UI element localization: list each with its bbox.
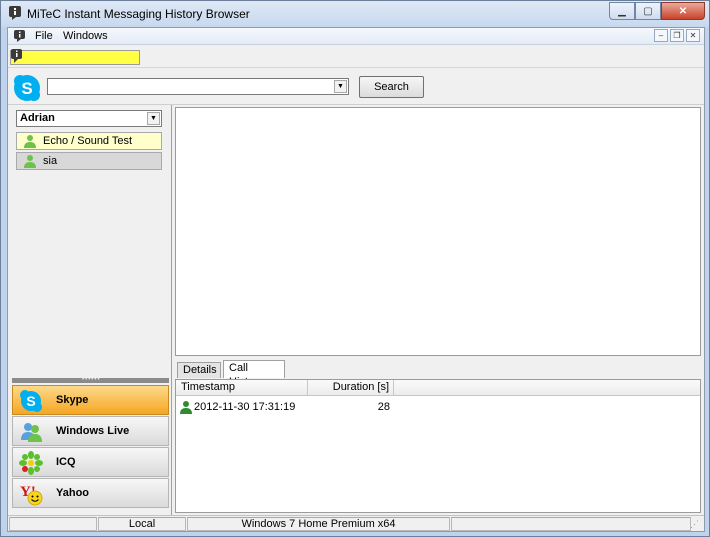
close-icon: ✕ xyxy=(678,5,688,17)
account-select[interactable]: Adrian ▼ xyxy=(16,110,162,127)
status-panel-source: Local xyxy=(98,517,186,531)
svg-text:S: S xyxy=(26,393,35,409)
search-combo[interactable]: ▼ xyxy=(47,78,349,95)
network-label: Yahoo xyxy=(56,487,90,499)
call-history-table[interactable]: Timestamp Duration [s] 2012-11-30 17:31:… xyxy=(175,379,701,513)
skype-logo-icon: S xyxy=(14,75,40,101)
status-panel-1 xyxy=(9,517,97,531)
network-yahoo-button[interactable]: Y! Yahoo xyxy=(12,478,169,508)
info-field[interactable] xyxy=(10,50,140,65)
tab-details[interactable]: Details xyxy=(177,362,221,378)
app-menu-icon[interactable] xyxy=(14,30,26,42)
skype-icon: S xyxy=(20,390,42,412)
network-label: Skype xyxy=(56,394,89,406)
contact-online-icon xyxy=(24,135,36,148)
table-row[interactable]: 2012-11-30 17:31:19 28 xyxy=(176,399,700,415)
mdi-close-button[interactable]: ✕ xyxy=(686,29,700,42)
contacts-panel: Adrian ▼ Echo / Sound Test Service sia •… xyxy=(9,105,172,515)
search-button[interactable]: Search xyxy=(359,76,424,98)
tab-call-history[interactable]: Call History xyxy=(223,360,285,388)
client-area: File Windows – ❐ ✕ S ▼ Search Adrian ▼ E… xyxy=(7,27,705,532)
svg-text:S: S xyxy=(21,79,32,98)
app-window: MiTeC Instant Messaging History Browser … xyxy=(0,0,710,537)
contact-item[interactable]: sia xyxy=(16,152,162,170)
mdi-restore-button[interactable]: ❐ xyxy=(670,29,684,42)
column-duration[interactable]: Duration [s] xyxy=(308,380,394,395)
yahoo-icon: Y! xyxy=(20,484,43,506)
app-info-icon xyxy=(9,6,21,20)
menu-windows[interactable]: Windows xyxy=(63,30,108,42)
table-header: Timestamp Duration [s] xyxy=(176,380,700,396)
resize-grip-icon[interactable]: ⋰ xyxy=(690,518,702,530)
status-panel-os: Windows 7 Home Premium x64 xyxy=(187,517,450,531)
minimize-button[interactable]: ▁ xyxy=(609,2,635,20)
network-label: Windows Live xyxy=(56,425,130,437)
contact-item[interactable]: Echo / Sound Test Service xyxy=(16,132,162,163)
cell-duration: 28 xyxy=(377,401,390,413)
account-selected-label: Adrian xyxy=(20,112,55,124)
network-label: ICQ xyxy=(56,456,76,468)
network-icq-button[interactable]: ICQ xyxy=(12,447,169,477)
contact-name: sia xyxy=(43,155,58,167)
mdi-minimize-button[interactable]: – xyxy=(654,29,668,42)
status-bar: Local Windows 7 Home Premium x64 ⋰ xyxy=(8,515,704,531)
panel-splitter[interactable]: •••••• xyxy=(12,377,169,383)
close-button[interactable]: ✕ xyxy=(661,2,705,20)
network-windows-live-button[interactable]: Windows Live xyxy=(12,416,169,446)
detail-tabs: Details Call History xyxy=(175,360,701,388)
menu-bar: File Windows – ❐ ✕ xyxy=(8,28,704,45)
chevron-down-icon[interactable]: ▼ xyxy=(147,112,160,125)
cell-timestamp: 2012-11-30 17:31:19 xyxy=(194,401,296,413)
search-toolbar: S ▼ Search xyxy=(8,69,704,105)
search-input[interactable] xyxy=(48,79,328,93)
info-icon xyxy=(11,49,22,63)
maximize-icon: ▢ xyxy=(643,5,653,17)
network-skype-button[interactable]: S Skype xyxy=(12,385,169,415)
maximize-button[interactable]: ▢ xyxy=(635,2,661,20)
chevron-down-icon[interactable]: ▼ xyxy=(334,80,347,93)
minimize-icon: ▁ xyxy=(618,5,626,17)
contact-online-icon xyxy=(24,155,36,168)
contact-call-icon xyxy=(180,401,192,414)
status-panel-4 xyxy=(451,517,691,531)
info-toolbar xyxy=(8,46,704,68)
windows-live-icon xyxy=(21,423,42,442)
column-timestamp[interactable]: Timestamp xyxy=(176,380,308,395)
title-bar[interactable]: MiTeC Instant Messaging History Browser … xyxy=(1,1,709,27)
grip-dots: •••••• xyxy=(82,377,101,383)
menu-file[interactable]: File xyxy=(35,30,53,42)
icq-icon xyxy=(19,451,43,475)
message-viewer[interactable] xyxy=(175,107,701,356)
window-title: MiTeC Instant Messaging History Browser xyxy=(27,7,250,21)
